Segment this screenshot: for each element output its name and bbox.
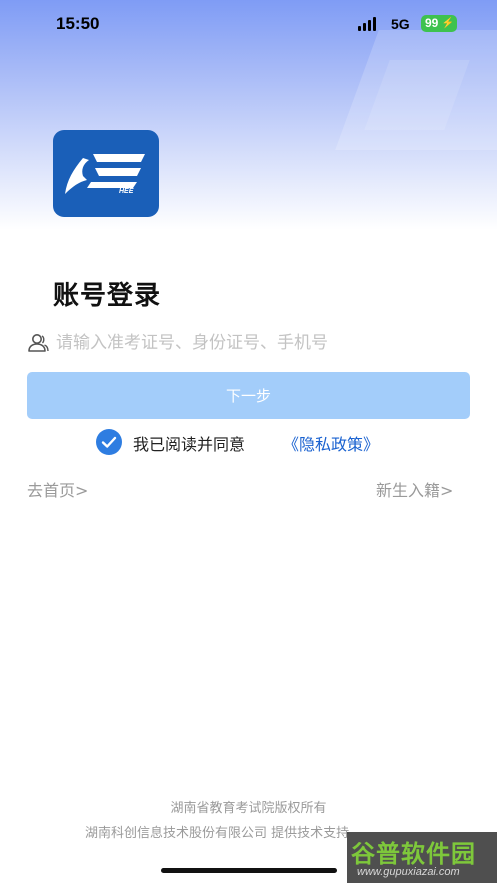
logo-label: HEE bbox=[119, 188, 134, 195]
agreement-text: 我已阅读并同意 bbox=[133, 435, 246, 454]
battery-level: 99 bbox=[425, 16, 439, 30]
app-logo: HEE bbox=[53, 130, 159, 217]
watermark-url: www.gupuxiazai.com bbox=[357, 866, 460, 878]
agreement-checkbox[interactable] bbox=[96, 429, 122, 455]
logo-mark-icon bbox=[65, 154, 145, 194]
battery-icon: 99 ⚡ bbox=[421, 15, 457, 32]
watermark: 谷普软件园 www.gupuxiazai.com bbox=[347, 832, 497, 883]
tech-support-text: 湖南科创信息技术股份有限公司 提供技术支持 bbox=[85, 826, 350, 841]
signal-icon bbox=[358, 17, 382, 31]
home-indicator[interactable] bbox=[161, 868, 337, 873]
status-bar: 15:50 5G 99 ⚡ bbox=[0, 0, 497, 48]
privacy-policy-link[interactable]: 《隐私政策》 bbox=[283, 431, 379, 455]
page-title: 账号登录 bbox=[53, 281, 162, 311]
go-home-link[interactable]: 去首页> bbox=[27, 477, 88, 501]
next-step-button[interactable]: 下一步 bbox=[27, 372, 470, 419]
network-type: 5G bbox=[391, 16, 410, 32]
checkmark-icon bbox=[101, 436, 117, 448]
user-icon bbox=[28, 334, 49, 352]
watermark-title: 谷普软件园 bbox=[351, 840, 476, 868]
charging-icon: ⚡ bbox=[441, 18, 454, 29]
account-input[interactable] bbox=[56, 330, 456, 356]
status-time: 15:50 bbox=[56, 14, 100, 33]
copyright-text: 湖南省教育考试院版权所有 bbox=[170, 801, 327, 816]
new-student-link[interactable]: 新生入籍> bbox=[376, 477, 453, 501]
